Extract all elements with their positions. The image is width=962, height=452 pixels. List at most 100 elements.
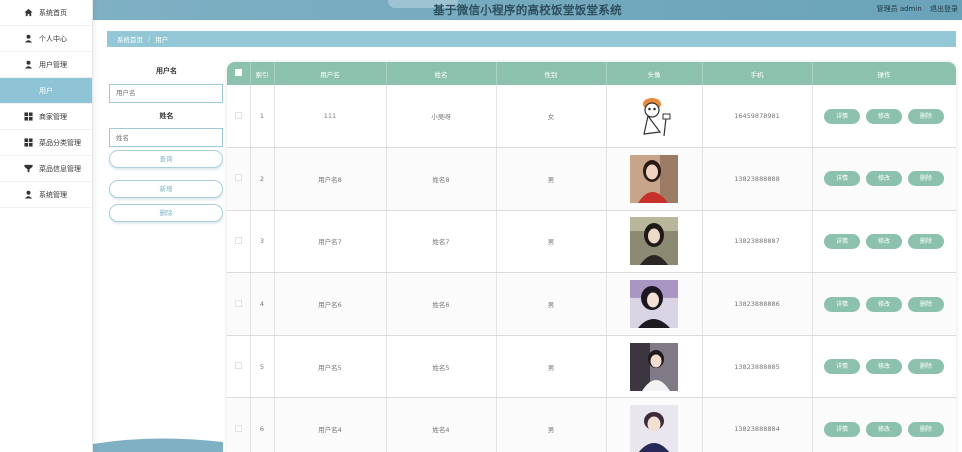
edit-button[interactable]: 修改 — [866, 233, 902, 249]
actions-cell: 详情 修改 删除 — [812, 147, 956, 211]
avatar — [630, 342, 678, 391]
user-icon — [24, 34, 33, 43]
gender-cell: 男 — [496, 335, 607, 399]
table-row: 1 111 小吴呀女 16459878981 详情 修改 删除 — [227, 85, 956, 149]
sidebar-item-merchants[interactable]: 商家管理 — [0, 104, 92, 130]
sidebar-item-home[interactable]: 系统首页 — [0, 0, 92, 26]
delete-button[interactable]: 删除 — [109, 204, 223, 222]
row-checkbox[interactable] — [234, 299, 242, 307]
cup-icon — [24, 164, 33, 173]
username-cell: 用户名6 — [274, 272, 387, 336]
row-actions: 详情 修改 删除 — [813, 421, 956, 437]
avatar — [630, 217, 678, 266]
table-row: 3 用户名7 姓名7 男 13823888887 详情 修改 删除 — [227, 210, 956, 274]
sidebar-item-system[interactable]: 系统管理 — [0, 182, 92, 208]
grid-icon — [24, 112, 33, 121]
edit-button[interactable]: 修改 — [866, 421, 902, 437]
detail-button[interactable]: 详情 — [824, 233, 860, 249]
column-header: 用户名 — [274, 62, 387, 85]
index-cell: 5 — [250, 335, 275, 399]
sidebar-item-user-management[interactable]: 用户管理 — [0, 52, 92, 78]
logout-link[interactable]: 退出登录 — [930, 5, 958, 13]
edit-button[interactable]: 修改 — [866, 296, 902, 312]
sidebar-item-label: 系统首页 — [39, 8, 67, 17]
sidebar-item-label: 商家管理 — [39, 112, 67, 121]
select-cell[interactable] — [227, 272, 251, 336]
column-header: 头像 — [606, 62, 703, 85]
avatar-cell — [606, 335, 703, 399]
row-delete-button[interactable]: 删除 — [908, 421, 944, 437]
breadcrumb-separator: / — [148, 35, 151, 43]
row-actions: 详情 修改 删除 — [813, 108, 956, 124]
row-delete-button[interactable]: 删除 — [908, 233, 944, 249]
row-delete-button[interactable]: 删除 — [908, 171, 944, 187]
query-button[interactable]: 查询 — [109, 150, 223, 168]
phone-cell: 13823888886 — [702, 272, 813, 336]
sidebar: 系统首页 个人中心 用户管理 用户 商家管理 菜品分类管理 菜品信息管理 系统管… — [0, 0, 93, 452]
column-header: 操作 — [812, 62, 956, 85]
sidebar-item-label: 系统管理 — [39, 190, 67, 199]
row-delete-button[interactable]: 删除 — [908, 296, 944, 312]
detail-button[interactable]: 详情 — [824, 421, 860, 437]
index-cell: 4 — [250, 272, 275, 336]
row-actions: 详情 修改 删除 — [813, 359, 956, 375]
select-all-cell[interactable] — [227, 62, 251, 85]
phone-cell: 13823888888 — [702, 147, 813, 211]
avatar-cell — [606, 85, 703, 149]
table-header-row: 索引 用户名 姓名 性别 头像 手机 操作 — [227, 62, 956, 85]
name-cell: 姓名6 — [386, 272, 497, 336]
sidebar-item-dish-category[interactable]: 菜品分类管理 — [0, 130, 92, 156]
column-header: 索引 — [250, 62, 275, 85]
breadcrumb-home[interactable]: 系统首页 — [117, 34, 143, 44]
add-button[interactable]: 新增 — [109, 180, 223, 198]
name-cell: 姓名8 — [386, 147, 497, 211]
row-delete-button[interactable]: 删除 — [908, 108, 944, 124]
sidebar-item-label: 菜品分类管理 — [39, 138, 81, 147]
select-all-checkbox[interactable] — [234, 69, 242, 76]
row-checkbox[interactable] — [234, 236, 242, 244]
avatar-cell — [606, 147, 703, 211]
name-input[interactable] — [109, 128, 223, 147]
name-cell: 姓名7 — [386, 210, 497, 274]
sidebar-item-label: 菜品信息管理 — [39, 164, 81, 173]
row-checkbox[interactable] — [234, 174, 242, 182]
avatar — [630, 154, 678, 203]
table-row: 2 用户名8 姓名8 男 13823888888 详情 修改 删除 — [227, 147, 956, 211]
sidebar-item-profile[interactable]: 个人中心 — [0, 26, 92, 52]
detail-button[interactable]: 详情 — [824, 359, 860, 375]
username-input[interactable] — [109, 83, 223, 103]
edit-button[interactable]: 修改 — [866, 171, 902, 187]
username-cell: 用户名5 — [274, 335, 387, 399]
select-cell[interactable] — [227, 85, 251, 149]
detail-button[interactable]: 详情 — [824, 108, 860, 124]
actions-cell: 详情 修改 删除 — [812, 210, 956, 274]
name-label: 姓名 — [159, 111, 174, 120]
sidebar-item-dish-info[interactable]: 菜品信息管理 — [0, 156, 92, 182]
detail-button[interactable]: 详情 — [824, 171, 860, 187]
index-cell: 1 — [250, 85, 275, 149]
row-delete-button[interactable]: 删除 — [908, 359, 944, 375]
edit-button[interactable]: 修改 — [866, 108, 902, 124]
home-icon — [24, 8, 33, 17]
select-cell[interactable] — [227, 147, 251, 211]
actions-cell: 详情 修改 删除 — [812, 272, 956, 336]
phone-cell: 16459878981 — [702, 85, 813, 149]
select-cell[interactable] — [227, 335, 251, 399]
sidebar-item-users[interactable]: 用户 — [0, 78, 92, 104]
row-checkbox[interactable] — [234, 362, 242, 370]
row-actions: 详情 修改 删除 — [813, 171, 956, 187]
detail-button[interactable]: 详情 — [824, 296, 860, 312]
sidebar-item-label: 用户管理 — [39, 60, 67, 69]
edit-button[interactable]: 修改 — [866, 359, 902, 375]
row-actions: 详情 修改 删除 — [813, 296, 956, 312]
avatar-cell — [606, 210, 703, 274]
admin-label: 管理员 admin — [876, 5, 922, 13]
row-checkbox[interactable] — [234, 424, 242, 432]
row-actions: 详情 修改 删除 — [813, 233, 956, 249]
sidebar-item-label: 用户 — [39, 86, 53, 95]
row-checkbox[interactable] — [234, 111, 242, 119]
username-cell: 111 — [274, 85, 387, 149]
select-cell[interactable] — [227, 210, 251, 274]
users-table: 索引 用户名 姓名 性别 头像 手机 操作 1 111 小吴呀女 1645987898… — [227, 62, 956, 452]
avatar — [630, 280, 678, 329]
